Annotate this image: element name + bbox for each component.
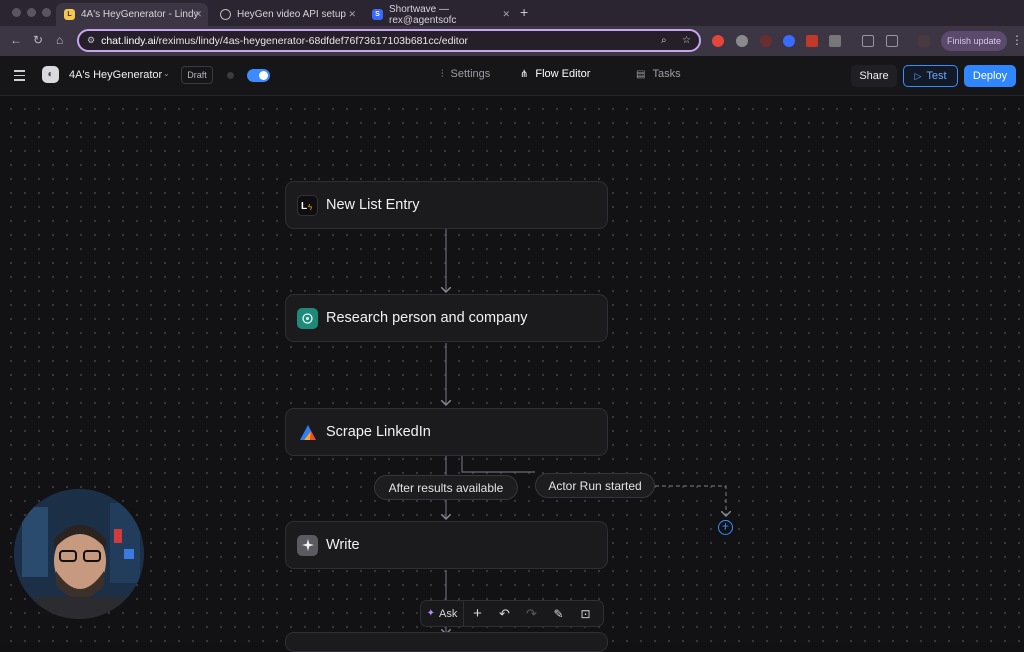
tab-settings[interactable]: ⫶ Settings — [441, 68, 490, 80]
close-icon[interactable]: ✕ — [194, 9, 202, 20]
connector-branch-dashed — [655, 485, 726, 516]
browser-tab-shortwave[interactable]: S Shortwave — rex@agentsofc ✕ — [364, 3, 516, 26]
deploy-button[interactable]: Deploy — [964, 65, 1016, 87]
svg-text:ϟ: ϟ — [308, 203, 313, 211]
chevron-down-icon[interactable]: ⌄ — [163, 69, 170, 78]
flow-canvas[interactable]: Lϟ New List Entry Research person and co… — [0, 96, 1024, 652]
lindy-trigger-icon: Lϟ — [297, 194, 318, 216]
node-label: Write — [326, 537, 360, 553]
window-close-button[interactable] — [12, 8, 21, 17]
connector-branch-top — [461, 456, 535, 473]
agent-name[interactable]: 4A's HeyGenerator — [69, 69, 162, 81]
redo-icon[interactable]: ↷ — [518, 600, 545, 627]
close-icon[interactable]: ✕ — [502, 9, 510, 20]
home-icon[interactable]: ⌂ — [56, 33, 63, 47]
browser-menu-icon[interactable]: ⋮ — [1011, 33, 1023, 47]
extension-red-icon[interactable] — [712, 35, 724, 47]
share-button[interactable]: Share — [851, 65, 897, 87]
browser-tab-bar: L 4A's HeyGenerator - Lindy ✕ HeyGen vid… — [0, 0, 1024, 26]
menu-icon[interactable] — [14, 70, 25, 84]
finish-update-button[interactable]: Finish update — [941, 31, 1007, 51]
node-label: Scrape LinkedIn — [326, 424, 431, 440]
flow-node-scrape[interactable]: Scrape LinkedIn — [285, 408, 608, 456]
canvas-toolbar: ✦ Ask + ↶ ↷ ✎ ⊡ — [420, 600, 604, 627]
tab-title: HeyGen video API setup — [237, 9, 346, 20]
browser-tab-heygen[interactable]: HeyGen video API setup ✕ — [212, 3, 362, 26]
ask-button[interactable]: ✦ Ask — [421, 600, 463, 627]
lindy-favicon-icon: L — [64, 9, 75, 20]
avatar[interactable] — [918, 35, 930, 47]
tab-title: 4A's HeyGenerator - Lindy — [81, 9, 199, 20]
play-icon: ▷ — [914, 70, 922, 81]
flow-node-trigger[interactable]: Lϟ New List Entry — [285, 181, 608, 229]
fit-view-icon[interactable]: ⊡ — [572, 600, 599, 627]
auto-layout-icon[interactable]: ✎ — [545, 600, 572, 627]
tab-search-icon[interactable] — [862, 35, 874, 47]
add-step-icon[interactable]: + — [718, 520, 733, 535]
zoom-icon[interactable]: ⌕ — [661, 35, 667, 46]
flow-node-research[interactable]: Research person and company — [285, 294, 608, 342]
app-header: ◐ 4A's HeyGenerator ⌄ Draft ⫶ Settings ⋔… — [0, 56, 1024, 96]
new-tab-icon[interactable]: + — [520, 4, 528, 20]
tab-title: Shortwave — rex@agentsofc — [389, 3, 457, 26]
add-icon[interactable]: + — [464, 600, 491, 627]
node-label: Research person and company — [326, 310, 528, 326]
research-agent-icon — [297, 307, 318, 329]
presenter-video — [14, 489, 144, 619]
tab-tasks[interactable]: ▤ Tasks — [636, 68, 681, 80]
ai-sparkle-icon — [297, 534, 318, 556]
tab-flow-editor[interactable]: ⋔ Flow Editor — [520, 68, 590, 80]
globe-icon — [220, 9, 231, 20]
branch-actor-run-started[interactable]: Actor Run started — [535, 473, 655, 498]
browser-tab-lindy[interactable]: L 4A's HeyGenerator - Lindy ✕ — [56, 3, 208, 26]
flow-icon: ⋔ — [520, 68, 529, 80]
extension-grey-icon[interactable] — [736, 35, 748, 47]
sliders-icon: ⫶ — [441, 68, 444, 80]
url-text: chat.lindy.ai/reximus/lindy/4as-heygener… — [101, 34, 469, 47]
flow-node-next[interactable] — [285, 632, 608, 652]
agent-logo-icon: ◐ — [42, 66, 59, 83]
shortwave-favicon-icon: S — [372, 9, 383, 20]
window-zoom-button[interactable] — [42, 8, 51, 17]
flow-node-write[interactable]: Write — [285, 521, 608, 569]
status-badge: Draft — [181, 66, 213, 84]
branch-after-results[interactable]: After results available — [374, 475, 518, 500]
sparkle-icon: ✦ — [426, 608, 436, 619]
cast-icon[interactable] — [886, 35, 898, 47]
status-dot — [227, 72, 234, 79]
back-icon[interactable]: ← — [10, 33, 22, 47]
node-label: New List Entry — [326, 197, 420, 213]
address-bar[interactable]: ⚙ chat.lindy.ai/reximus/lindy/4as-heygen… — [77, 29, 701, 52]
extension-puzzle-icon[interactable] — [829, 35, 841, 47]
extension-x-icon[interactable] — [806, 35, 818, 47]
agent-toggle[interactable] — [247, 69, 270, 82]
reload-icon[interactable]: ↻ — [33, 33, 43, 47]
tasks-icon: ▤ — [636, 68, 646, 80]
test-button[interactable]: ▷ Test — [903, 65, 958, 87]
extension-dark-red-icon[interactable] — [760, 35, 772, 47]
bookmark-star-icon[interactable]: ☆ — [682, 35, 691, 46]
extension-blue-icon[interactable] — [783, 35, 795, 47]
browser-toolbar: ← ↻ ⌂ ⚙ chat.lindy.ai/reximus/lindy/4as-… — [0, 26, 1024, 56]
undo-icon[interactable]: ↶ — [491, 600, 518, 627]
svg-text:L: L — [301, 201, 307, 211]
webcam-overlay — [14, 489, 144, 619]
window-minimize-button[interactable] — [27, 8, 36, 17]
apify-icon — [297, 422, 318, 443]
site-info-icon[interactable]: ⚙ — [87, 35, 95, 46]
close-icon[interactable]: ✕ — [348, 9, 356, 20]
